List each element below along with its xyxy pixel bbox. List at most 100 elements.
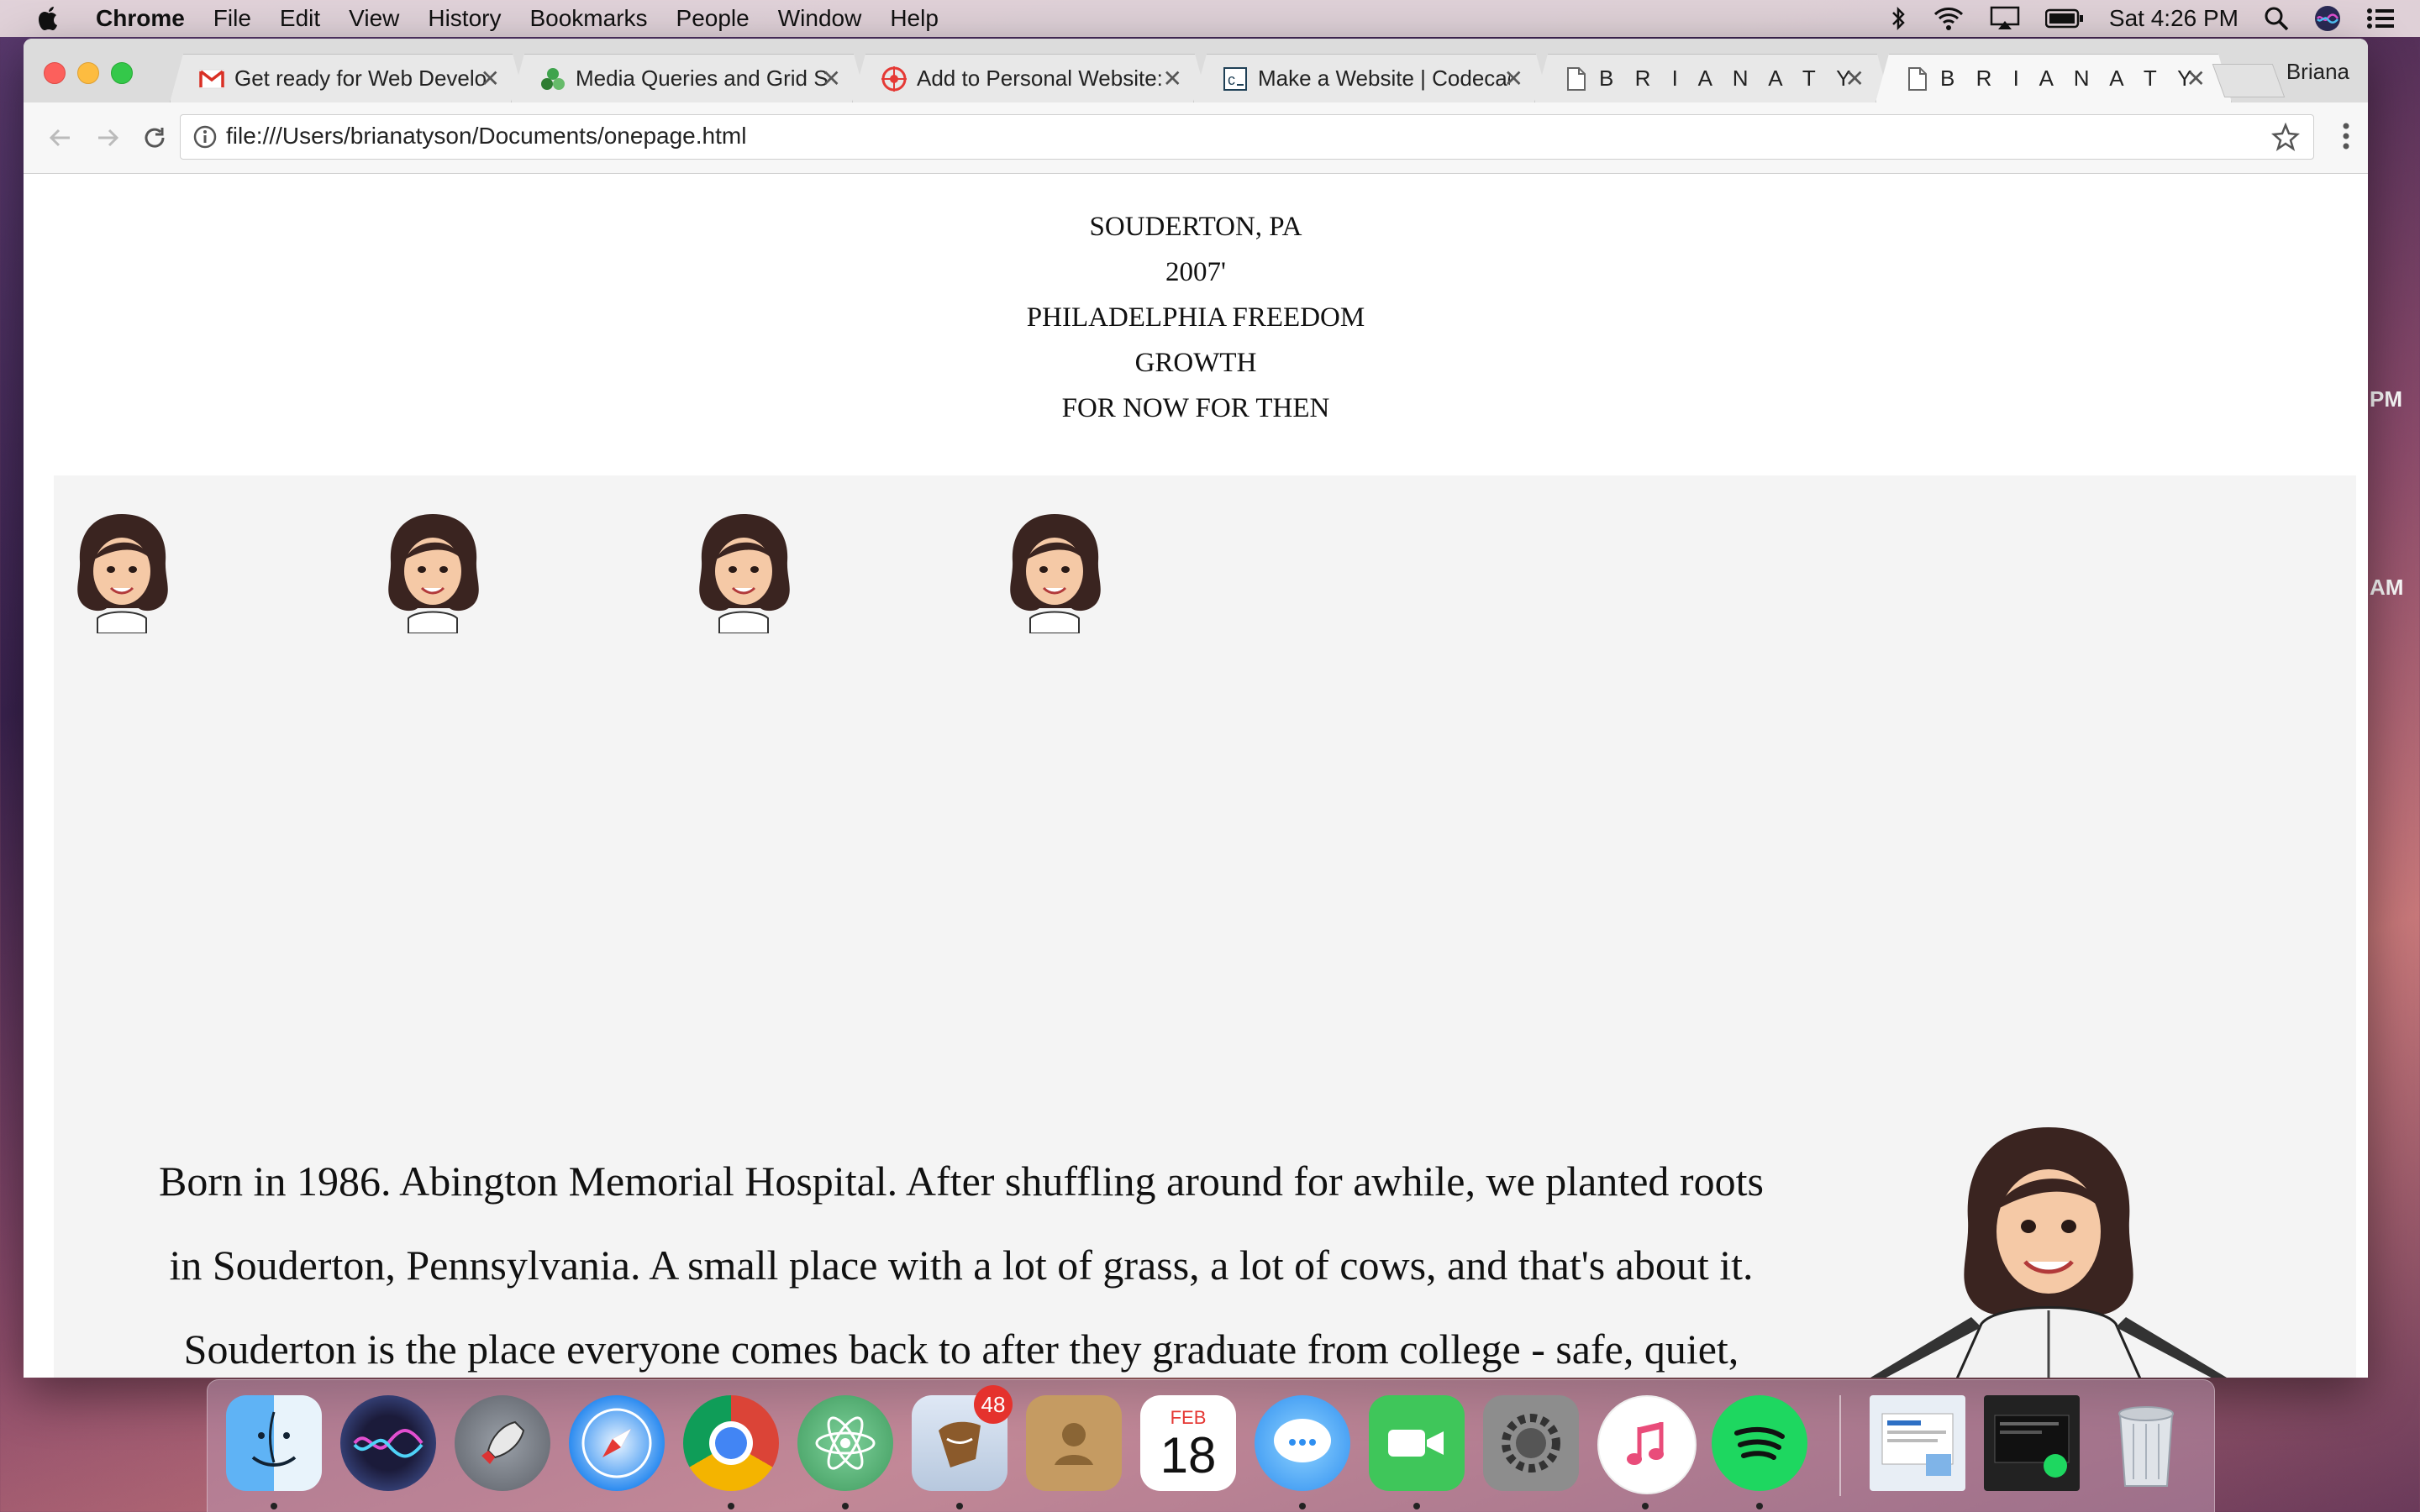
- messages-icon[interactable]: [1255, 1395, 1350, 1491]
- bitmoji-avatar: [1010, 514, 1101, 633]
- tab-strip: Get ready for Web Develop ✕ Media Querie…: [24, 39, 2368, 102]
- bitmoji-avatar: [77, 514, 168, 633]
- content-section: Born in 1986. Abington Memorial Hospital…: [54, 475, 2356, 1378]
- menu-edit[interactable]: Edit: [280, 5, 320, 32]
- menu-help[interactable]: Help: [890, 5, 939, 32]
- downloads-stack-icon[interactable]: [1984, 1395, 2080, 1491]
- siri-icon[interactable]: [340, 1395, 436, 1491]
- page-header: SOUDERTON, PA 2007' PHILADELPHIA FREEDOM…: [24, 204, 2368, 431]
- browser-toolbar: file:///Users/brianatyson/Documents/onep…: [24, 102, 2368, 174]
- bio-paragraph: Born in 1986. Abington Memorial Hospital…: [159, 1158, 1764, 1373]
- bluetooth-icon[interactable]: [1891, 6, 1907, 31]
- svg-text:c: c: [1228, 71, 1235, 88]
- menu-history[interactable]: History: [428, 5, 501, 32]
- tab-brianatyson-1[interactable]: B R I A N A T Y S O N ✕: [1534, 54, 1891, 102]
- tab-title: Media Queries and Grid Sy: [576, 66, 828, 91]
- bitmoji-avatar: [388, 514, 479, 633]
- running-indicator: [271, 1503, 277, 1509]
- calendar-day: 18: [1160, 1427, 1217, 1483]
- tab-brianatyson-active[interactable]: B R I A N A T Y S O N ✕: [1876, 54, 2232, 102]
- system-preferences-icon[interactable]: [1483, 1395, 1579, 1491]
- menubar-clock[interactable]: Sat 4:26 PM: [2109, 5, 2238, 32]
- header-tagline: FOR NOW FOR THEN: [1061, 393, 1330, 423]
- header-growth: GROWTH: [1134, 348, 1257, 378]
- calendar-month: FEB: [1170, 1407, 1207, 1428]
- address-url[interactable]: file:///Users/brianatyson/Documents/onep…: [226, 123, 746, 150]
- tab-close-icon[interactable]: ✕: [822, 65, 841, 92]
- tab-title: B R I A N A T Y S O N: [1940, 66, 2192, 91]
- forward-arrow-icon[interactable]: [91, 121, 124, 155]
- profile-button[interactable]: Briana: [2286, 59, 2349, 85]
- tab-gmail[interactable]: Get ready for Web Develop ✕: [170, 54, 526, 102]
- tab-title: Get ready for Web Develop: [234, 66, 487, 91]
- gmail-icon: [199, 66, 224, 92]
- apple-menu-icon[interactable]: [30, 0, 67, 37]
- battery-icon[interactable]: [2044, 8, 2084, 29]
- running-indicator: [956, 1503, 963, 1509]
- contacts-icon[interactable]: [1026, 1395, 1122, 1491]
- tab-close-icon[interactable]: ✕: [481, 65, 500, 92]
- tab-codecademy[interactable]: c Make a Website | Codecad ✕: [1193, 54, 1549, 102]
- tab-media-queries[interactable]: Media Queries and Grid Sy ✕: [511, 54, 867, 102]
- wifi-icon[interactable]: [1933, 6, 1965, 31]
- trash-icon[interactable]: [2098, 1395, 2194, 1491]
- chrome-icon[interactable]: [683, 1395, 779, 1491]
- menu-file[interactable]: File: [213, 5, 251, 32]
- tab-title: B R I A N A T Y S O N: [1599, 66, 1851, 91]
- facetime-icon[interactable]: [1369, 1395, 1465, 1491]
- codecademy-icon: c: [1223, 66, 1248, 92]
- running-indicator: [1756, 1503, 1763, 1509]
- document-icon: [1905, 66, 1930, 92]
- dock-separator: [1839, 1395, 1841, 1496]
- zoom-window-button[interactable]: [111, 62, 133, 84]
- spotlight-search-icon[interactable]: [2264, 6, 2289, 31]
- atom-icon[interactable]: [797, 1395, 893, 1491]
- header-location: SOUDERTON, PA: [1089, 212, 1302, 242]
- menu-bookmarks[interactable]: Bookmarks: [529, 5, 647, 32]
- tab-title: Add to Personal Website:: [917, 66, 1163, 91]
- tab-close-icon[interactable]: ✕: [1504, 65, 1523, 92]
- desktop-time-am: AM: [2370, 575, 2404, 600]
- safari-icon[interactable]: [569, 1395, 665, 1491]
- bookmark-star-icon[interactable]: [2271, 122, 2300, 155]
- reload-icon[interactable]: [138, 121, 171, 155]
- tab-close-icon[interactable]: ✕: [1163, 65, 1182, 92]
- new-tab-button[interactable]: [2212, 64, 2286, 97]
- web-page: SOUDERTON, PA 2007' PHILADELPHIA FREEDOM…: [24, 174, 2368, 1378]
- back-arrow-icon[interactable]: [44, 121, 77, 155]
- tab-title: Make a Website | Codecad: [1258, 66, 1510, 91]
- chrome-menu-icon[interactable]: [2341, 119, 2351, 157]
- tab-close-icon[interactable]: ✕: [2186, 65, 2206, 92]
- itunes-icon[interactable]: [1597, 1395, 1697, 1494]
- chrome-window: Get ready for Web Develop ✕ Media Querie…: [24, 39, 2368, 1378]
- running-indicator: [1642, 1503, 1649, 1509]
- bitmoji-avatar: [699, 514, 790, 633]
- siri-icon[interactable]: [2314, 5, 2341, 32]
- finder-icon[interactable]: [226, 1395, 322, 1491]
- header-year: 2007': [1165, 257, 1226, 287]
- close-window-button[interactable]: [44, 62, 66, 84]
- tab-close-icon[interactable]: ✕: [1845, 65, 1865, 92]
- launchpad-icon[interactable]: [455, 1395, 550, 1491]
- spotify-icon[interactable]: [1712, 1395, 1807, 1491]
- mail-unread-badge: 48: [974, 1385, 1013, 1424]
- running-indicator: [728, 1503, 734, 1509]
- address-bar[interactable]: file:///Users/brianatyson/Documents/onep…: [180, 114, 2314, 160]
- menu-view[interactable]: View: [349, 5, 399, 32]
- notification-center-icon[interactable]: [2366, 7, 2395, 30]
- menu-people[interactable]: People: [676, 5, 750, 32]
- menu-chrome[interactable]: Chrome: [96, 5, 185, 32]
- running-indicator: [1299, 1503, 1306, 1509]
- calendar-icon[interactable]: FEB 18: [1140, 1395, 1236, 1491]
- menu-window[interactable]: Window: [778, 5, 862, 32]
- running-indicator: [842, 1503, 849, 1509]
- dock: 48 FEB 18: [207, 1379, 2215, 1512]
- minimize-window-button[interactable]: [77, 62, 99, 84]
- documents-stack-icon[interactable]: [1870, 1395, 1965, 1491]
- bitmoji-avatar-large: [1870, 1127, 2227, 1378]
- running-indicator: [1413, 1503, 1420, 1509]
- site-info-icon[interactable]: [192, 124, 218, 154]
- airplay-icon[interactable]: [1990, 6, 2020, 31]
- target-icon: [881, 66, 907, 92]
- tab-personal-website[interactable]: Add to Personal Website: ✕: [852, 54, 1208, 102]
